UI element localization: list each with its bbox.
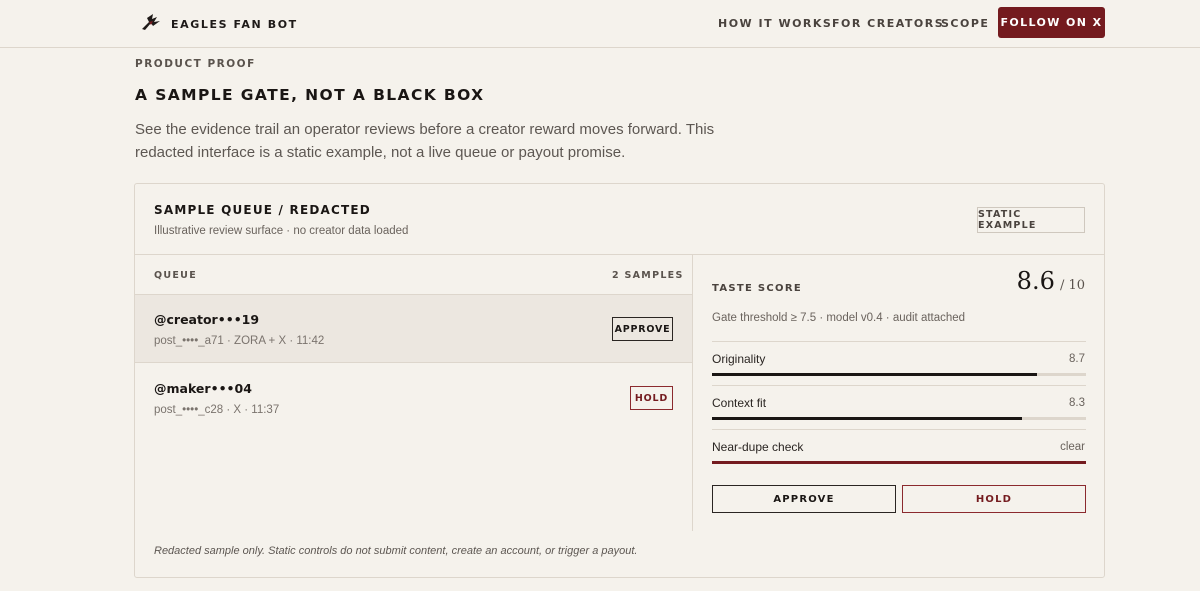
hold-button[interactable]: HOLD xyxy=(902,485,1086,513)
metric-divider xyxy=(712,341,1086,342)
metric-originality-label: Originality xyxy=(712,352,766,366)
panel-divider xyxy=(692,255,693,531)
metric-near-dupe-bar xyxy=(712,461,1086,464)
queue-header: QUEUE xyxy=(154,270,197,281)
follow-on-x-button[interactable]: FOLLOW ON X xyxy=(998,7,1105,38)
metric-context-fit-bar xyxy=(712,417,1086,420)
top-navigation-bar: EAGLES FAN BOT HOW IT WORKS FOR CREATORS… xyxy=(0,0,1200,48)
metric-divider xyxy=(712,385,1086,386)
queue-item-handle: @maker•••04 xyxy=(154,381,252,396)
sample-queue-card: SAMPLE QUEUE / REDACTED Illustrative rev… xyxy=(134,183,1105,578)
metric-context-fit-fill xyxy=(712,417,1023,420)
brand-name: EAGLES FAN BOT xyxy=(171,17,298,31)
metric-originality-value: 8.7 xyxy=(1069,353,1085,365)
nav-how-it-works[interactable]: HOW IT WORKS xyxy=(718,17,832,30)
taste-score-label: TASTE SCORE xyxy=(712,283,802,294)
card-title: SAMPLE QUEUE / REDACTED xyxy=(154,203,371,217)
status-badge-approve: APPROVE xyxy=(612,317,673,341)
metric-near-dupe-label: Near-dupe check xyxy=(712,440,804,454)
metric-near-dupe-value: clear xyxy=(1060,441,1085,453)
section-eyebrow: PRODUCT PROOF xyxy=(135,58,256,70)
taste-score: 8.6 / 10 xyxy=(1017,267,1085,295)
nav-scope[interactable]: SCOPE xyxy=(941,17,989,30)
metric-context-fit-value: 8.3 xyxy=(1069,397,1085,409)
eagle-logo-icon xyxy=(140,12,162,36)
queue-item-meta: post_••••_a71 · ZORA + X · 11:42 xyxy=(154,335,325,347)
static-example-badge: STATIC EXAMPLE xyxy=(977,207,1085,233)
status-badge-hold: HOLD xyxy=(630,386,673,410)
queue-item-creator-19[interactable]: @creator•••19 post_••••_a71 · ZORA + X ·… xyxy=(135,295,692,363)
taste-score-value: 8.6 xyxy=(1016,267,1055,295)
page-title: A SAMPLE GATE, NOT A BLACK BOX xyxy=(135,86,485,104)
queue-item-meta: post_••••_c28 · X · 11:37 xyxy=(154,404,280,416)
queue-item-handle: @creator•••19 xyxy=(154,312,260,327)
metric-context-fit-label: Context fit xyxy=(712,396,767,410)
metric-originality-fill xyxy=(712,373,1038,376)
queue-count: 2 SAMPLES xyxy=(612,270,684,281)
gate-threshold-info: Gate threshold ≥ 7.5 · model v0.4 · audi… xyxy=(712,312,966,324)
approve-button[interactable]: APPROVE xyxy=(712,485,896,513)
card-subtitle: Illustrative review surface · no creator… xyxy=(154,225,409,237)
intro-description: See the evidence trail an operator revie… xyxy=(135,121,715,161)
metric-divider xyxy=(712,429,1086,430)
metric-near-dupe-fill xyxy=(712,461,1086,464)
brand[interactable]: EAGLES FAN BOT xyxy=(140,12,298,36)
nav-for-creators[interactable]: FOR CREATORS xyxy=(832,17,944,30)
queue-item-maker-04[interactable]: @maker•••04 post_••••_c28 · X · 11:37 HO… xyxy=(135,364,692,432)
metric-originality-bar xyxy=(712,373,1086,376)
redaction-footnote: Redacted sample only. Static controls do… xyxy=(154,545,638,557)
taste-score-max: / 10 xyxy=(1059,278,1085,293)
card-divider xyxy=(135,254,1104,255)
